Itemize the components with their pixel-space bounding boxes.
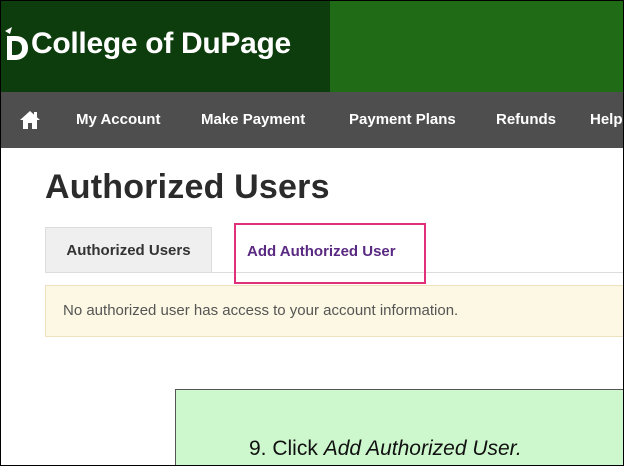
nav-refunds[interactable]: Refunds <box>496 92 556 148</box>
tab-authorized-users[interactable]: Authorized Users <box>45 227 212 272</box>
instruction-prefix: 9. Click <box>249 437 324 460</box>
nav-make-payment[interactable]: Make Payment <box>201 92 305 148</box>
tab-add-authorized-user[interactable]: Add Authorized User <box>234 223 426 284</box>
nav-help[interactable]: Help <box>590 92 623 148</box>
site-header: College of DuPage <box>1 1 623 92</box>
nav-my-account[interactable]: My Account <box>76 92 160 148</box>
brand-name[interactable]: College of DuPage <box>31 27 291 61</box>
instruction-text: 9. Click Add Authorized User. <box>249 437 522 461</box>
instruction-emphasis: Add Authorized User. <box>323 437 522 460</box>
no-users-notice: No authorized user has access to your ac… <box>45 285 623 337</box>
main-nav: My Account Make Payment Payment Plans Re… <box>1 92 623 148</box>
brand-area[interactable]: College of DuPage <box>1 1 330 92</box>
instruction-callout: 9. Click Add Authorized User. <box>175 389 623 465</box>
nav-payment-plans[interactable]: Payment Plans <box>349 92 456 148</box>
page-title: Authorized Users <box>45 168 330 206</box>
home-icon[interactable] <box>19 110 41 130</box>
logo-icon <box>5 27 28 60</box>
screenshot-frame: College of DuPage My Account Make Paymen… <box>0 0 624 466</box>
